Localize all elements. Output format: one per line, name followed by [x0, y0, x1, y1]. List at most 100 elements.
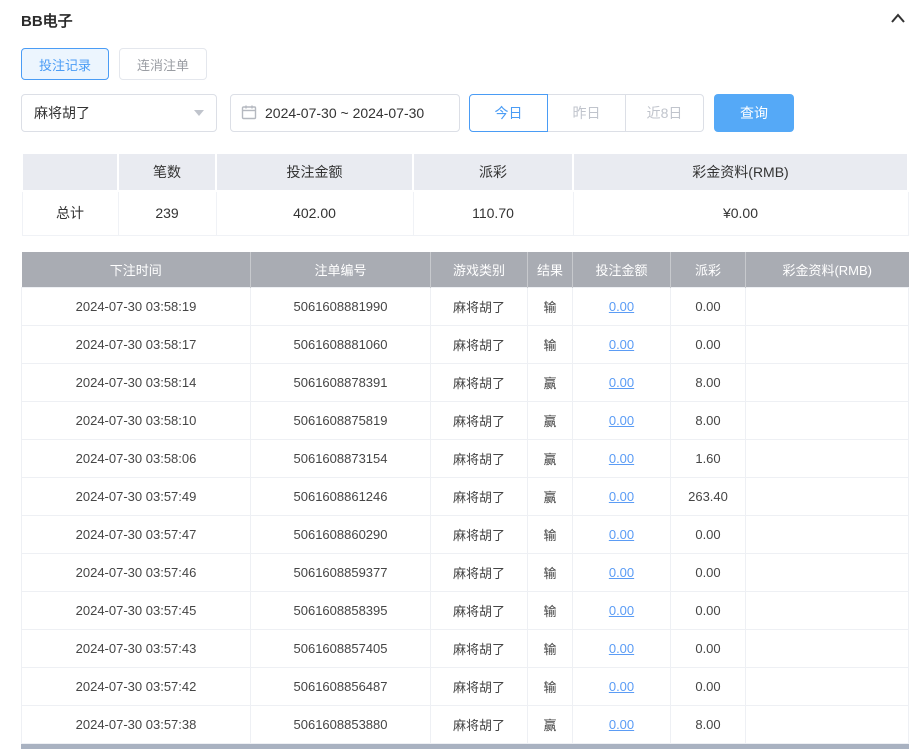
cell-bet-time: 2024-07-30 03:57:49 — [21, 477, 251, 516]
cell-game-type: 麻将胡了 — [430, 629, 528, 668]
cell-result: 赢 — [527, 705, 573, 744]
cell-bonus — [745, 439, 909, 478]
summary-table: 笔数 投注金额 派彩 彩金资料(RMB) 总计 239 402.00 110.7… — [21, 152, 909, 236]
tab-bet-records[interactable]: 投注记录 — [21, 48, 110, 80]
cell-bet-time: 2024-07-30 03:58:10 — [21, 401, 251, 440]
cell-bet-time: 2024-07-30 03:57:42 — [21, 667, 251, 706]
cell-bonus — [745, 667, 909, 706]
summary-header-count: 笔数 — [117, 152, 217, 192]
table-row: 2024-07-30 03:57:49 5061608861246 麻将胡了赢 0.0… — [21, 477, 909, 516]
bet-amount-link[interactable]: 0.00 — [609, 565, 634, 580]
filter-bar: 麻将胡了 2024-07-30 ~ 2024-07-30 今日 昨日 近8日 查… — [21, 94, 909, 132]
cell-bonus — [745, 515, 909, 554]
summary-payout: 110.70 — [412, 190, 574, 236]
bet-amount-link[interactable]: 0.00 — [609, 527, 634, 542]
table-row: 2024-07-30 03:57:38 5061608853880 麻将胡了赢 0.0… — [21, 705, 909, 744]
cell-result: 输 — [527, 325, 573, 364]
cell-bet-amount: 0.00 — [572, 325, 671, 364]
table-row: 2024-07-30 03:58:06 5061608873154 麻将胡了赢 0.0… — [21, 439, 909, 478]
cell-order-id: 5061608878391 — [250, 363, 431, 402]
collapse-button[interactable] — [887, 9, 909, 31]
cell-bet-time: 2024-07-30 03:57:38 — [21, 705, 251, 744]
cell-bonus — [745, 325, 909, 364]
cell-bet-time: 2024-07-30 03:57:45 — [21, 591, 251, 630]
cell-bet-amount: 0.00 — [572, 287, 671, 326]
cell-bet-amount: 0.00 — [572, 553, 671, 592]
date-range-value: 2024-07-30 ~ 2024-07-30 — [265, 105, 425, 121]
header-payout: 派彩 — [670, 251, 746, 288]
bet-amount-link[interactable]: 0.00 — [609, 375, 634, 390]
table-row: 2024-07-30 03:57:46 5061608859377 麻将胡了输 0.0… — [21, 553, 909, 592]
header-bonus: 彩金资料(RMB) — [745, 251, 909, 288]
summary-count: 239 — [117, 190, 217, 236]
cell-bet-amount: 0.00 — [572, 667, 671, 706]
calendar-icon — [241, 104, 257, 123]
panel-header: BB电子 — [21, 8, 909, 32]
cell-bet-time: 2024-07-30 03:57:47 — [21, 515, 251, 554]
cell-result: 输 — [527, 287, 573, 326]
bet-amount-link[interactable]: 0.00 — [609, 641, 634, 656]
cell-payout: 8.00 — [670, 363, 746, 402]
last-8-days-button[interactable]: 近8日 — [625, 94, 704, 132]
summary-bonus: ¥0.00 — [572, 190, 909, 236]
cell-result: 赢 — [527, 363, 573, 402]
header-result: 结果 — [527, 251, 573, 288]
header-order-id: 注单编号 — [250, 251, 431, 288]
cell-result: 输 — [527, 515, 573, 554]
bet-amount-link[interactable]: 0.00 — [609, 413, 634, 428]
cell-payout: 8.00 — [670, 401, 746, 440]
cell-payout: 0.00 — [670, 629, 746, 668]
search-button[interactable]: 查询 — [714, 94, 794, 132]
chevron-down-icon — [194, 110, 204, 116]
table-header-row: 下注时间 注单编号 游戏类别 结果 投注金额 派彩 彩金资料(RMB) — [21, 251, 909, 288]
cell-bet-time: 2024-07-30 03:58:17 — [21, 325, 251, 364]
bet-amount-link[interactable]: 0.00 — [609, 489, 634, 504]
quick-date-group: 今日 昨日 近8日 — [469, 94, 704, 132]
cell-result: 输 — [527, 629, 573, 668]
cell-order-id: 5061608881060 — [250, 325, 431, 364]
chevron-up-icon — [890, 11, 906, 30]
cell-bonus — [745, 401, 909, 440]
summary-header-blank — [21, 152, 119, 192]
header-bet-time: 下注时间 — [21, 251, 251, 288]
cell-bonus — [745, 363, 909, 402]
bet-records-table: 下注时间 注单编号 游戏类别 结果 投注金额 派彩 彩金资料(RMB) 2024… — [21, 251, 909, 744]
cell-bet-amount: 0.00 — [572, 629, 671, 668]
tab-cancelled-orders[interactable]: 连消注单 — [119, 48, 208, 80]
cell-bet-amount: 0.00 — [572, 439, 671, 478]
bet-amount-link[interactable]: 0.00 — [609, 679, 634, 694]
cell-payout: 0.00 — [670, 287, 746, 326]
cell-payout: 0.00 — [670, 591, 746, 630]
yesterday-button[interactable]: 昨日 — [547, 94, 626, 132]
cell-bonus — [745, 705, 909, 744]
cell-payout: 8.00 — [670, 705, 746, 744]
cell-order-id: 5061608860290 — [250, 515, 431, 554]
summary-total-row: 总计 239 402.00 110.70 ¥0.00 — [21, 190, 909, 236]
partial-next-section-bar — [21, 744, 909, 749]
cell-game-type: 麻将胡了 — [430, 591, 528, 630]
cell-order-id: 5061608861246 — [250, 477, 431, 516]
cell-bet-amount: 0.00 — [572, 515, 671, 554]
cell-order-id: 5061608881990 — [250, 287, 431, 326]
bet-amount-link[interactable]: 0.00 — [609, 603, 634, 618]
cell-result: 输 — [527, 553, 573, 592]
bet-amount-link[interactable]: 0.00 — [609, 337, 634, 352]
bet-amount-link[interactable]: 0.00 — [609, 717, 634, 732]
cell-game-type: 麻将胡了 — [430, 287, 528, 326]
game-select-value: 麻将胡了 — [34, 105, 90, 121]
table-row: 2024-07-30 03:57:47 5061608860290 麻将胡了输 0.0… — [21, 515, 909, 554]
bet-amount-link[interactable]: 0.00 — [609, 451, 634, 466]
page-title: BB电子 — [21, 12, 73, 30]
cell-order-id: 5061608873154 — [250, 439, 431, 478]
cell-game-type: 麻将胡了 — [430, 553, 528, 592]
cell-game-type: 麻将胡了 — [430, 325, 528, 364]
today-button[interactable]: 今日 — [469, 94, 548, 132]
cell-payout: 1.60 — [670, 439, 746, 478]
bet-table-body: 2024-07-30 03:58:19 5061608881990 麻将胡了输 0.0… — [21, 287, 909, 744]
bet-amount-link[interactable]: 0.00 — [609, 299, 634, 314]
date-range-picker[interactable]: 2024-07-30 ~ 2024-07-30 — [230, 94, 460, 132]
cell-payout: 0.00 — [670, 515, 746, 554]
game-select[interactable]: 麻将胡了 — [21, 94, 217, 132]
cell-result: 赢 — [527, 439, 573, 478]
cell-bet-amount: 0.00 — [572, 401, 671, 440]
